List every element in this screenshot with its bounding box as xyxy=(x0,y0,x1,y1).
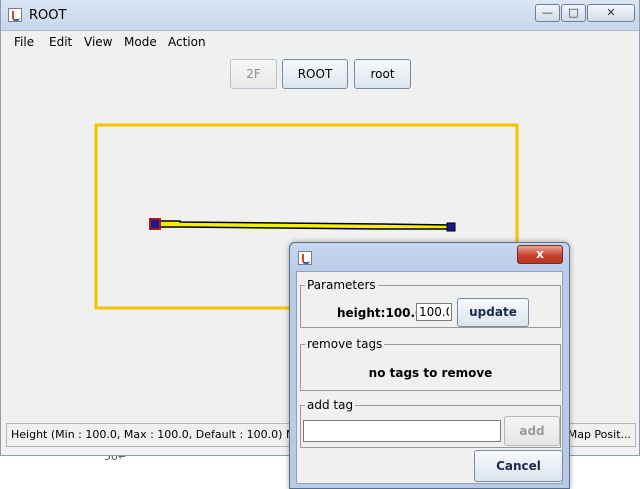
add-tag-button[interactable]: add xyxy=(504,416,560,446)
parameters-group: Parameters height:100.0-> update xyxy=(300,278,561,328)
menu-view[interactable]: View xyxy=(84,35,112,49)
update-button[interactable]: update xyxy=(457,298,529,327)
close-button[interactable]: ✕ xyxy=(587,4,635,22)
start-node[interactable] xyxy=(149,218,161,230)
maximize-button[interactable]: □ xyxy=(561,4,586,22)
floor-button-root-lower[interactable]: root xyxy=(354,59,411,89)
menu-action[interactable]: Action xyxy=(168,35,206,49)
floor-button-2f[interactable]: 2F xyxy=(230,59,277,89)
dialog-body: Parameters height:100.0-> update remove … xyxy=(296,271,563,484)
menu-mode[interactable]: Mode xyxy=(124,35,157,49)
status-map-position: Map Posit... xyxy=(567,428,631,441)
menu-file[interactable]: File xyxy=(14,35,34,49)
menu-bar: File Edit View Mode Action xyxy=(1,31,639,53)
no-tags-message: no tags to remove xyxy=(368,366,493,380)
add-tag-group: add tag add xyxy=(300,398,561,448)
wall-segment[interactable] xyxy=(155,220,452,230)
floor-button-root-upper[interactable]: ROOT xyxy=(282,59,348,89)
add-tag-legend: add tag xyxy=(307,398,354,412)
title-bar[interactable]: ROOT — □ ✕ xyxy=(1,0,639,31)
parameters-legend: Parameters xyxy=(307,278,376,292)
tag-input[interactable] xyxy=(303,420,501,442)
tag-dialog: x Parameters height:100.0-> update remov… xyxy=(289,242,570,489)
end-node[interactable] xyxy=(446,222,456,232)
java-app-icon xyxy=(298,251,312,265)
remove-tags-group: remove tags no tags to remove xyxy=(300,337,561,391)
status-height-info: Height (Min : 100.0, Max : 100.0, Defaul… xyxy=(11,428,283,441)
minimize-button[interactable]: — xyxy=(535,4,560,22)
remove-tags-legend: remove tags xyxy=(307,337,383,351)
java-app-icon xyxy=(8,8,22,22)
cancel-button[interactable]: Cancel xyxy=(474,450,563,482)
menu-edit[interactable]: Edit xyxy=(49,35,72,49)
window-title: ROOT xyxy=(29,8,67,23)
height-input[interactable] xyxy=(416,303,452,321)
dialog-close-button[interactable]: x xyxy=(517,245,563,264)
